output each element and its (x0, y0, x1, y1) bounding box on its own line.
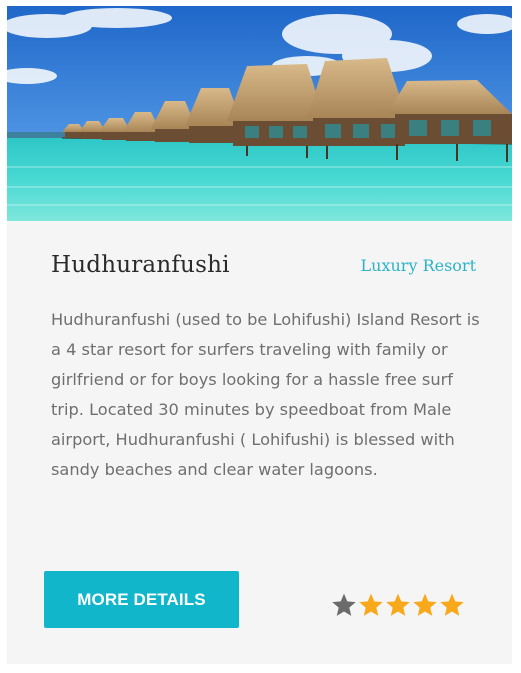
star-rating (331, 592, 465, 618)
category-link[interactable]: Luxury Resort (361, 256, 476, 275)
resort-card: Hudhuranfushi Luxury Resort Hudhuranfush… (7, 6, 512, 664)
star-icon (413, 593, 437, 616)
resort-description: Hudhuranfushi (used to be Lohifushi) Isl… (51, 310, 480, 479)
resort-title: Hudhuranfushi (51, 252, 230, 278)
star-icon (440, 593, 464, 616)
more-details-button[interactable]: MORE DETAILS (44, 571, 239, 628)
resort-photo (7, 6, 512, 221)
star-icon (359, 593, 383, 616)
star-icon (386, 593, 410, 616)
star-icon (332, 593, 356, 616)
